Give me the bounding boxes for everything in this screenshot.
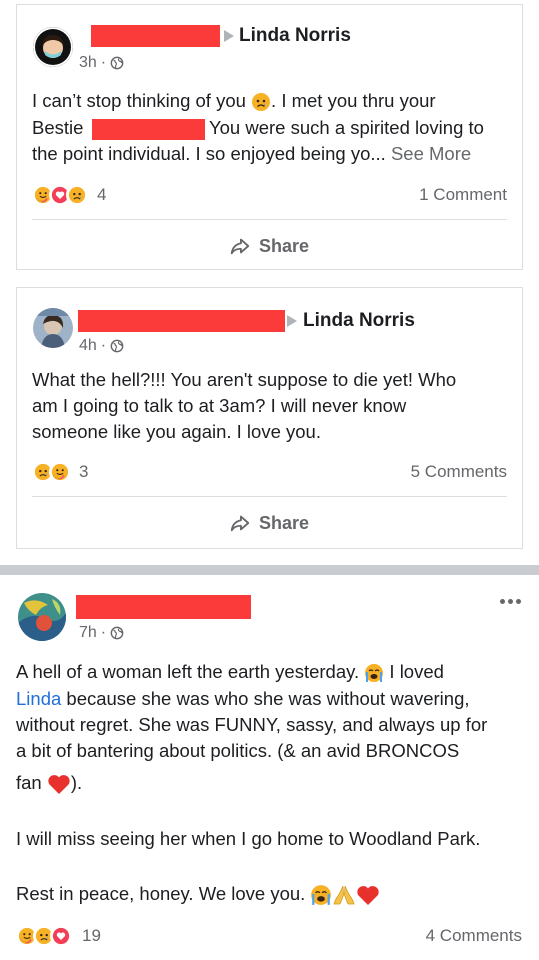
post-text-line: Bestie <box>32 117 84 138</box>
post-text-line: am I going to talk to at 3am? I will nev… <box>32 395 407 416</box>
feed-separator <box>0 565 539 575</box>
comments-count[interactable]: 1 Comment <box>419 185 507 205</box>
post-meta: 4h · <box>79 337 124 355</box>
sad-reaction-icon <box>66 184 88 206</box>
red-heart-emoji-icon <box>48 775 70 795</box>
comment-card-1: Linda Norris 3h · I can’t stop thinking … <box>16 4 523 270</box>
avatar[interactable] <box>18 593 66 641</box>
crying-emoji-icon <box>311 885 332 906</box>
see-more-link[interactable]: See More <box>391 143 471 164</box>
post-text-line: Linda because she was who she was withou… <box>16 688 470 709</box>
red-heart-emoji-icon <box>357 886 380 906</box>
redacted-name <box>78 310 285 332</box>
folded-hands-emoji-icon <box>333 885 355 905</box>
care-reaction-icon <box>49 461 71 483</box>
globe-icon <box>110 339 124 353</box>
redacted-name <box>91 25 220 47</box>
divider <box>32 219 507 220</box>
share-button[interactable]: Share <box>229 512 309 534</box>
post-meta: 7h · <box>79 624 124 642</box>
avatar[interactable] <box>33 308 73 348</box>
share-icon <box>229 512 251 534</box>
sad-emoji-icon <box>251 92 271 112</box>
share-icon <box>229 235 251 257</box>
post-text-line: fan ). <box>16 770 82 797</box>
post-meta: 3h · <box>79 54 124 72</box>
post-text-line: I can’t stop thinking of you . I met you… <box>32 90 436 112</box>
avatar[interactable] <box>33 27 73 67</box>
timestamp[interactable]: 4h <box>79 337 97 355</box>
timestamp[interactable]: 7h <box>79 624 97 642</box>
post-text-line: You were such a spirited loving to <box>209 117 484 138</box>
arrow-right-icon <box>224 30 234 42</box>
post-text-line: without regret. She was FUNNY, sassy, an… <box>16 714 488 735</box>
reactions-summary[interactable] <box>32 461 71 483</box>
redacted-name <box>76 595 251 619</box>
reaction-count[interactable]: 19 <box>82 926 101 946</box>
target-name-link[interactable]: Linda Norris <box>239 25 351 47</box>
post-text-line: What the hell?!!! You aren't suppose to … <box>32 369 457 390</box>
reactions-summary[interactable] <box>16 925 72 947</box>
comments-count[interactable]: 4 Comments <box>426 926 522 946</box>
more-icon[interactable] <box>500 599 521 604</box>
comment-card-2: Linda Norris 4h · What the hell?!!! You … <box>16 287 523 549</box>
divider <box>32 496 507 497</box>
post-text-line: I will miss seeing her when I go home to… <box>16 828 481 849</box>
globe-icon <box>110 56 124 70</box>
redacted-name <box>92 119 205 140</box>
arrow-right-icon <box>287 315 297 327</box>
post-text-line: the point individual. I so enjoyed being… <box>32 143 472 164</box>
love-reaction-icon <box>50 925 72 947</box>
reactions-summary[interactable] <box>32 184 88 206</box>
reaction-count[interactable]: 4 <box>97 185 106 205</box>
timestamp[interactable]: 3h <box>79 54 97 72</box>
target-name-link[interactable]: Linda Norris <box>303 310 415 332</box>
post-text-line: someone like you again. I love you. <box>32 421 321 442</box>
post-text-line: A hell of a woman left the earth yesterd… <box>16 661 444 683</box>
tagged-person-link[interactable]: Linda <box>16 688 61 709</box>
reaction-count[interactable]: 3 <box>79 462 88 482</box>
post-text-line: Rest in peace, honey. We love you. <box>16 881 380 908</box>
post-text-line: a bit of bantering about politics. (& an… <box>16 740 460 761</box>
crying-emoji-icon <box>365 664 384 683</box>
globe-icon <box>110 626 124 640</box>
share-button[interactable]: Share <box>229 235 309 257</box>
comments-count[interactable]: 5 Comments <box>411 462 507 482</box>
